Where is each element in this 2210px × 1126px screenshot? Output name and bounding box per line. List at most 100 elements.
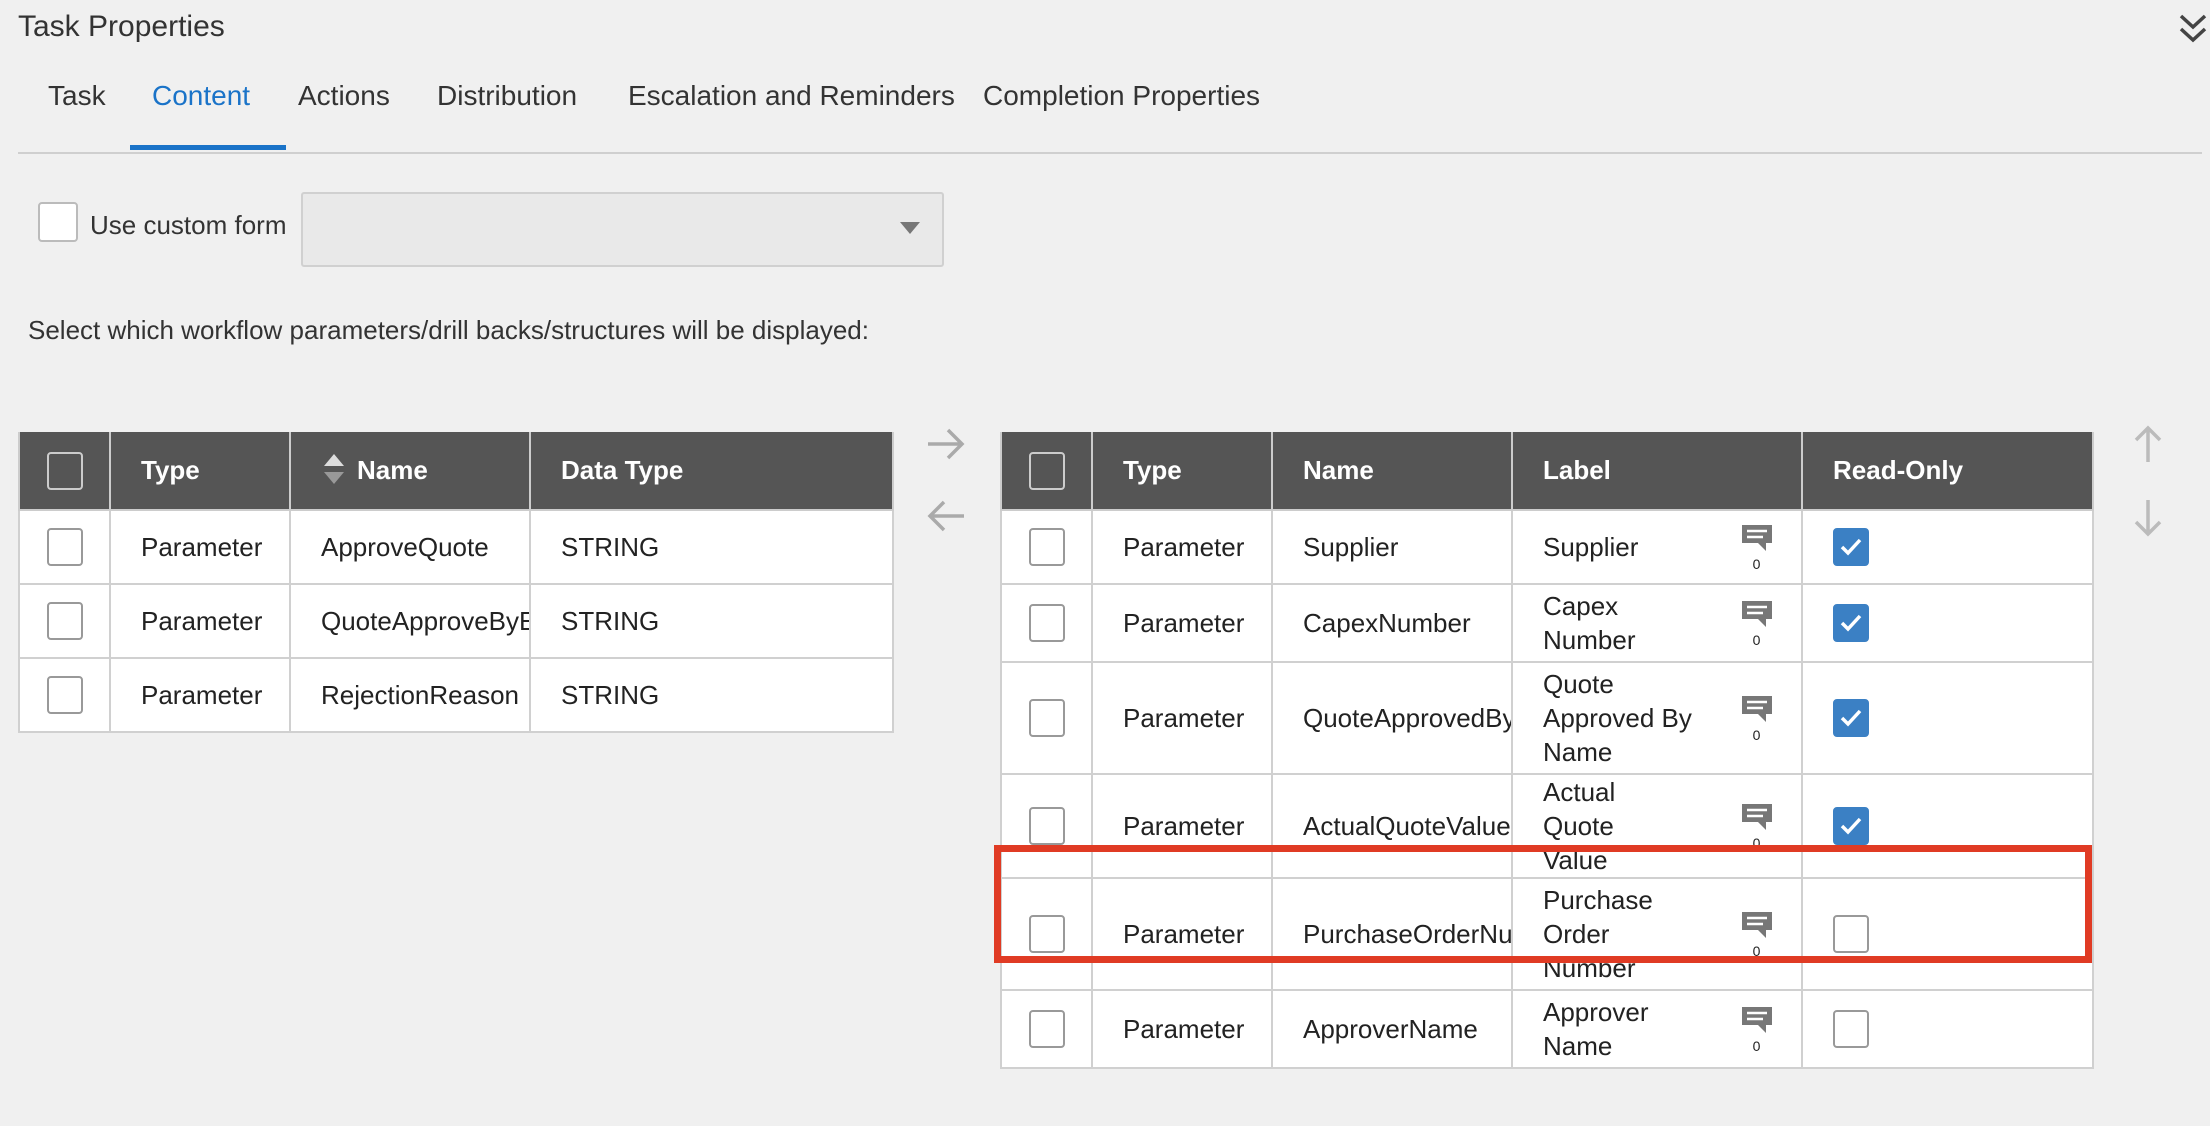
read-only-column-header[interactable]: Read-Only [1801,432,2095,511]
label-cell: Quote Approved By Name [1511,661,1712,775]
tab-completion-properties[interactable]: Completion Properties [983,80,1260,112]
arrow-right-icon[interactable] [926,426,966,462]
tab-content[interactable]: Content [152,80,250,112]
tab-bar: Task Content Actions Distribution Escala… [18,70,2202,154]
sort-icon[interactable] [323,452,345,486]
select-all-header [18,432,111,511]
table-row[interactable]: Parameter QuoteApprovedBy Quote Approved… [1000,661,2095,775]
type-cell: Parameter [109,583,291,659]
tab-distribution[interactable]: Distribution [437,80,577,112]
comment-count: 0 [1752,1037,1761,1054]
label-cell: Supplier [1511,509,1712,585]
tab-actions[interactable]: Actions [298,80,390,112]
data-type-column-header[interactable]: Data Type [529,432,894,511]
row-checkbox[interactable] [1028,699,1065,737]
select-all-header [1000,432,1093,511]
type-cell: Parameter [1091,661,1273,775]
table-row[interactable]: Parameter Supplier Supplier 0 [1000,509,2095,585]
checkmark-icon [1840,817,1862,835]
row-select-cell [1000,661,1093,775]
read-only-checkbox[interactable] [1833,604,1870,642]
label-column-header[interactable]: Label [1510,432,1804,511]
checkmark-icon [1840,538,1862,556]
table-row[interactable]: Parameter CapexNumber Capex Number 0 [1000,583,2095,663]
data-type-cell: STRING [529,657,894,733]
comment-count: 0 [1752,631,1761,648]
type-column-header[interactable]: Type [1091,432,1273,511]
read-only-cell [1801,989,2095,1069]
name-cell: Supplier [1271,509,1513,585]
table-header-row: Type Name Label Read-Only [1000,432,2095,511]
name-column-header[interactable]: Name [289,432,531,511]
active-tab-indicator [130,145,286,150]
data-type-cell: STRING [529,583,894,659]
comment-icon[interactable]: 0 [1737,523,1777,572]
row-select-cell [18,509,111,585]
name-column-header[interactable]: Name [1271,432,1513,511]
use-custom-form-label: Use custom form [90,210,287,240]
row-checkbox[interactable] [46,528,83,566]
select-all-checkbox[interactable] [1028,451,1065,490]
checkmark-icon [1840,709,1862,727]
row-checkbox[interactable] [1028,1010,1065,1048]
comment-count: 0 [1752,726,1761,743]
read-only-checkbox[interactable] [1833,699,1870,737]
comment-icon[interactable]: 0 [1737,1005,1777,1054]
label-cell: Approver Name [1511,989,1712,1069]
comment-cell: 0 [1712,989,1804,1069]
type-column-header[interactable]: Type [109,432,291,511]
arrow-up-icon[interactable] [2130,424,2166,464]
read-only-cell [1801,509,2095,585]
selected-parameters-table: Type Name Label Read-Only Parameter Supp… [1000,432,2095,1069]
name-cell: QuoteApproveByEU [289,583,531,659]
panel-title: Task Properties [18,10,225,43]
table-row[interactable]: Parameter RejectionReason STRING [18,657,894,733]
arrow-down-icon[interactable] [2130,498,2166,538]
read-only-cell [1801,583,2095,663]
table-row[interactable]: Parameter ApproveQuote STRING [18,509,894,585]
comment-count: 0 [1752,555,1761,572]
name-cell: QuoteApprovedBy [1271,661,1513,775]
use-custom-form-checkbox[interactable] [38,202,78,242]
tab-task[interactable]: Task [48,80,106,112]
row-select-cell [18,657,111,733]
comment-icon[interactable]: 0 [1737,599,1777,648]
name-cell: ApproveQuote [289,509,531,585]
type-cell: Parameter [109,509,291,585]
row-checkbox[interactable] [46,602,83,640]
comment-icon[interactable]: 0 [1737,802,1777,851]
name-cell: ApproverName [1271,989,1513,1069]
row-checkbox[interactable] [1028,807,1065,845]
comment-icon[interactable]: 0 [1737,694,1777,743]
row-select-cell [1000,989,1093,1069]
label-cell: Capex Number [1511,583,1712,663]
table-row[interactable]: Parameter QuoteApproveByEU STRING [18,583,894,659]
read-only-checkbox[interactable] [1833,807,1870,845]
data-type-cell: STRING [529,509,894,585]
read-only-checkbox[interactable] [1833,1010,1870,1048]
instruction-text: Select which workflow parameters/drill b… [28,315,869,345]
table-row[interactable]: Parameter ApproverName Approver Name 0 [1000,989,2095,1069]
name-cell: CapexNumber [1271,583,1513,663]
double-chevron-down-icon[interactable] [2178,12,2208,46]
row-checkbox[interactable] [1028,604,1065,642]
read-only-checkbox[interactable] [1833,528,1870,566]
tab-escalation-and-reminders[interactable]: Escalation and Reminders [628,80,955,112]
available-parameters-table: Type Name Data Type Parameter ApproveQuo… [18,432,894,733]
read-only-cell [1801,661,2095,775]
row-checkbox[interactable] [1028,528,1065,566]
row-checkbox[interactable] [46,676,83,714]
arrow-left-icon[interactable] [926,498,966,534]
type-cell: Parameter [1091,989,1273,1069]
chevron-down-icon [900,222,920,234]
type-cell: Parameter [109,657,291,733]
row-select-cell [18,583,111,659]
comment-cell: 0 [1712,661,1804,775]
select-all-checkbox[interactable] [46,451,83,490]
custom-form-select[interactable] [301,192,944,267]
row-select-cell [1000,583,1093,663]
name-cell: RejectionReason [289,657,531,733]
comment-cell: 0 [1712,583,1804,663]
table-header-row: Type Name Data Type [18,432,894,511]
row-select-cell [1000,509,1093,585]
